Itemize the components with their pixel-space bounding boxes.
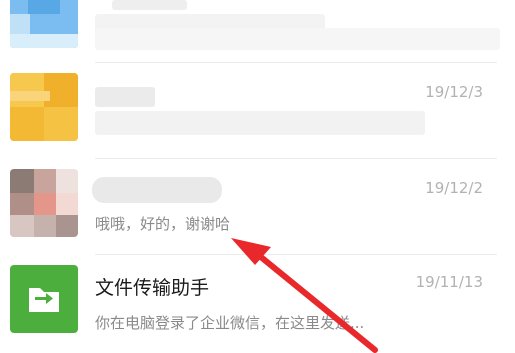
annotation-arrow [231,238,378,353]
